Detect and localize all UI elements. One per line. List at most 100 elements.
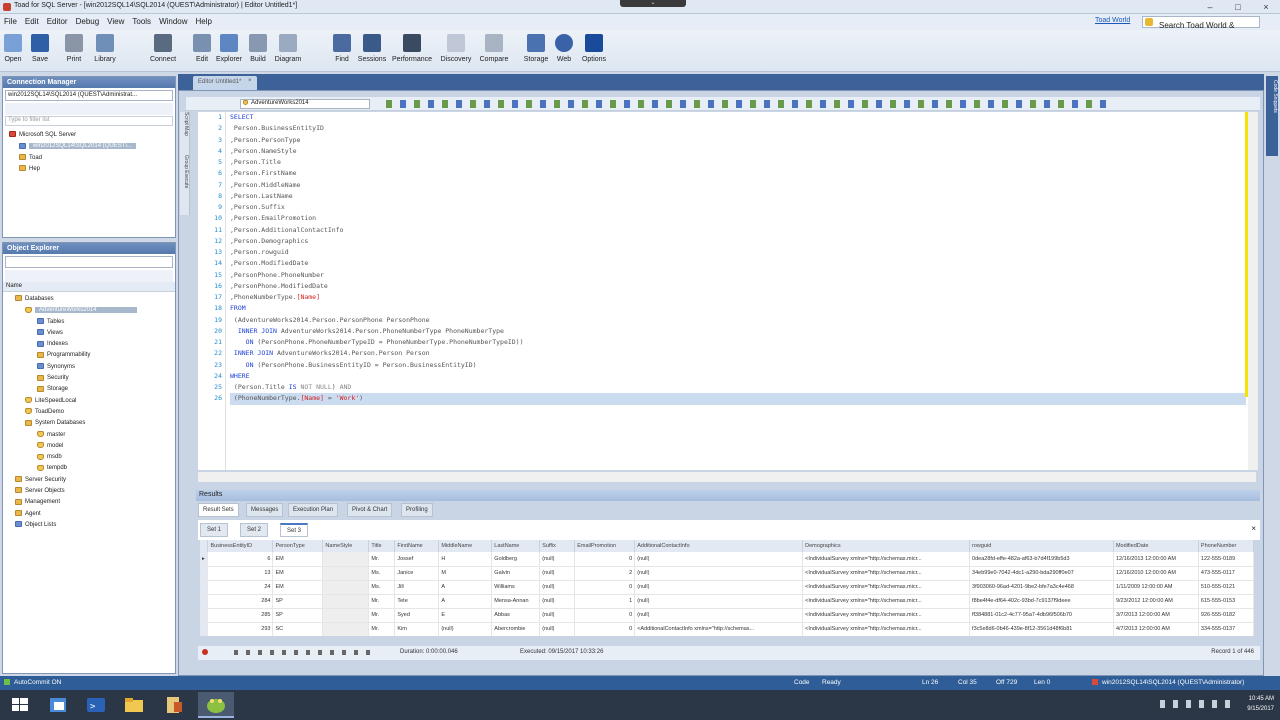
table-cell[interactable]: H: [438, 552, 493, 567]
tree-item-object-lists[interactable]: Object Lists: [3, 520, 175, 531]
maximize-button[interactable]: □: [1224, 0, 1252, 14]
tab-set-3[interactable]: Set 3: [280, 523, 309, 537]
edit-button[interactable]: Edit: [192, 34, 212, 63]
code-line[interactable]: ON (PersonPhone.PhoneNumberTypeID = Phon…: [230, 337, 1246, 348]
table-cell[interactable]: <IndividualSurvey xmlns="http://schemas.…: [802, 580, 971, 595]
tree-item-sql-server[interactable]: Microsoft SQL Server: [9, 130, 175, 141]
table-cell[interactable]: 12/16/2013 12:00:00 AM: [1113, 552, 1199, 567]
table-cell[interactable]: [322, 566, 370, 581]
table-row[interactable]: 293 SC Mr. Kim (null) Abercrombie (null) 0 <Addi…: [200, 622, 1254, 636]
table-cell[interactable]: (null): [634, 594, 804, 609]
tree-item-storage[interactable]: Storage: [3, 384, 175, 395]
table-cell[interactable]: Ms.: [368, 566, 396, 581]
table-cell[interactable]: 334-555-0137: [1198, 622, 1254, 636]
web-button[interactable]: Web: [553, 34, 575, 63]
editor-vertical-scrollbar[interactable]: [1248, 112, 1258, 470]
code-line[interactable]: ,Person.AdditionalContactInfo: [230, 225, 1246, 236]
tree-item-views[interactable]: Views: [3, 328, 175, 339]
object-explorer-combo[interactable]: [5, 256, 173, 268]
code-line[interactable]: ,PersonPhone.PhoneNumber: [230, 270, 1246, 281]
table-cell[interactable]: [322, 622, 370, 636]
table-cell[interactable]: Mr.: [368, 594, 396, 609]
table-cell[interactable]: 284: [207, 594, 274, 609]
code-line[interactable]: (Person.Title IS NOT NULL) AND: [230, 382, 1246, 393]
tree-item-system-databases[interactable]: System Databases: [3, 418, 175, 429]
table-cell[interactable]: Mr.: [368, 552, 396, 567]
table-row[interactable]: 285 SP Mr. Syed E Abbas (null) 0 (null) <Individu…: [200, 608, 1254, 623]
open-button[interactable]: Open: [2, 34, 24, 63]
table-cell[interactable]: 1/11/2009 12:00:00 AM: [1113, 580, 1199, 595]
table-cell[interactable]: (null): [539, 622, 576, 636]
table-cell[interactable]: A: [438, 594, 493, 609]
table-cell[interactable]: 293: [207, 622, 274, 636]
table-cell[interactable]: SP: [272, 594, 324, 609]
system-tray-icons[interactable]: [1160, 700, 1230, 708]
code-line[interactable]: ,Person.Demographics: [230, 236, 1246, 247]
table-cell[interactable]: 926-555-0182: [1198, 608, 1254, 623]
options-button[interactable]: Options: [578, 34, 610, 63]
table-cell[interactable]: [322, 594, 370, 609]
tree-item-server-security[interactable]: Server Security: [3, 475, 175, 486]
table-cell[interactable]: 2: [574, 566, 636, 581]
table-cell[interactable]: Goldberg: [491, 552, 541, 567]
column-header[interactable]: Title: [368, 540, 396, 552]
table-cell[interactable]: <AdditionalContactInfo xmlns="http://sch…: [634, 622, 804, 636]
code-snippets-tab[interactable]: Code Snippets: [1266, 76, 1278, 156]
column-header[interactable]: Demographics: [802, 540, 971, 552]
tab-set-1[interactable]: Set 1: [200, 523, 229, 537]
table-cell[interactable]: (null): [539, 580, 576, 595]
toad-world-link[interactable]: Toad World: [1095, 17, 1130, 24]
column-header[interactable]: MiddleName: [438, 540, 493, 552]
table-cell[interactable]: <IndividualSurvey xmlns="http://schemas.…: [802, 622, 971, 636]
editor-horizontal-scrollbar[interactable]: [198, 472, 1256, 482]
table-cell[interactable]: (null): [539, 594, 576, 609]
table-cell[interactable]: <IndividualSurvey xmlns="http://schemas.…: [802, 552, 971, 567]
table-cell[interactable]: <IndividualSurvey xmlns="http://schemas.…: [802, 608, 971, 623]
table-cell[interactable]: 13: [207, 566, 274, 581]
table-cell[interactable]: Tete: [394, 594, 440, 609]
table-cell[interactable]: 3/7/2013 12:00:00 AM: [1113, 608, 1199, 623]
code-line[interactable]: ,Person.NameStyle: [230, 146, 1246, 157]
status-connection[interactable]: win2012SQL14\SQL2014 (QUEST\Administrato…: [1102, 679, 1244, 686]
table-cell[interactable]: f3c5e8d6-0b46-439e-8f12-3561d48f6b81: [969, 622, 1114, 636]
table-cell[interactable]: 24: [207, 580, 274, 595]
column-header[interactable]: NameStyle: [322, 540, 370, 552]
tree-item-model[interactable]: model: [3, 441, 175, 452]
database-selector[interactable]: AdventureWorks2014: [240, 99, 370, 109]
table-cell[interactable]: [322, 608, 370, 623]
code-line[interactable]: ,Person.FirstName: [230, 168, 1246, 179]
column-header[interactable]: AdditionalContactInfo: [634, 540, 804, 552]
table-cell[interactable]: Galvin: [491, 566, 541, 581]
tab-set-2[interactable]: Set 2: [240, 523, 269, 537]
table-cell[interactable]: (null): [438, 622, 493, 636]
table-cell[interactable]: [322, 580, 370, 595]
code-line[interactable]: ,Person.Suffix: [230, 202, 1246, 213]
code-line[interactable]: ,PersonPhone.ModifiedDate: [230, 281, 1246, 292]
tab-profiling[interactable]: Profiling: [401, 503, 433, 517]
code-line[interactable]: WHERE: [230, 371, 1246, 382]
code-line[interactable]: ,PhoneNumberType.[Name]: [230, 292, 1246, 303]
table-cell[interactable]: (null): [539, 608, 576, 623]
code-line[interactable]: ,Person.MiddleName: [230, 180, 1246, 191]
tree-item-indexes[interactable]: Indexes: [3, 339, 175, 350]
code-line[interactable]: INNER JOIN AdventureWorks2014.Person.Per…: [230, 348, 1246, 359]
table-cell[interactable]: (null): [634, 566, 804, 581]
tree-item-litespeedlocal[interactable]: LiteSpeedLocal: [3, 396, 175, 407]
tab-execution-plan[interactable]: Execution Plan: [288, 503, 339, 517]
tree-item-server-objects[interactable]: Server Objects: [3, 486, 175, 497]
table-cell[interactable]: SC: [272, 622, 324, 636]
chevron-down-icon[interactable]: ⌄: [620, 0, 686, 7]
column-header[interactable]: Suffix: [539, 540, 576, 552]
code-line[interactable]: FROM: [230, 303, 1246, 314]
table-row[interactable]: 13 EM Ms. Janice M Galvin (null) 2 (null) <Indivi…: [200, 566, 1254, 581]
table-row[interactable]: 284 SP Mr. Tete A Mensa-Annan (null) 1 (null) <In…: [200, 594, 1254, 609]
table-row[interactable]: ▸ 6 EM Mr. Jossef H Goldberg (null) 0 (null) <Indi…: [200, 552, 1254, 567]
sql-editor[interactable]: 1 2 3 4 5 6 7 8 9 10 11 12 13 14 15 16 17 18 19 20 21 22 23 24 2…: [198, 112, 1248, 470]
code-line[interactable]: ,Person.LastName: [230, 191, 1246, 202]
table-cell[interactable]: ff384881-01c2-4c77-95a7-4db96f506b70: [969, 608, 1114, 623]
table-cell[interactable]: Janice: [394, 566, 440, 581]
tree-item-hep[interactable]: Hep: [9, 164, 175, 175]
table-cell[interactable]: 285: [207, 608, 274, 623]
table-cell[interactable]: (null): [634, 580, 804, 595]
find-button[interactable]: Find: [332, 34, 352, 63]
